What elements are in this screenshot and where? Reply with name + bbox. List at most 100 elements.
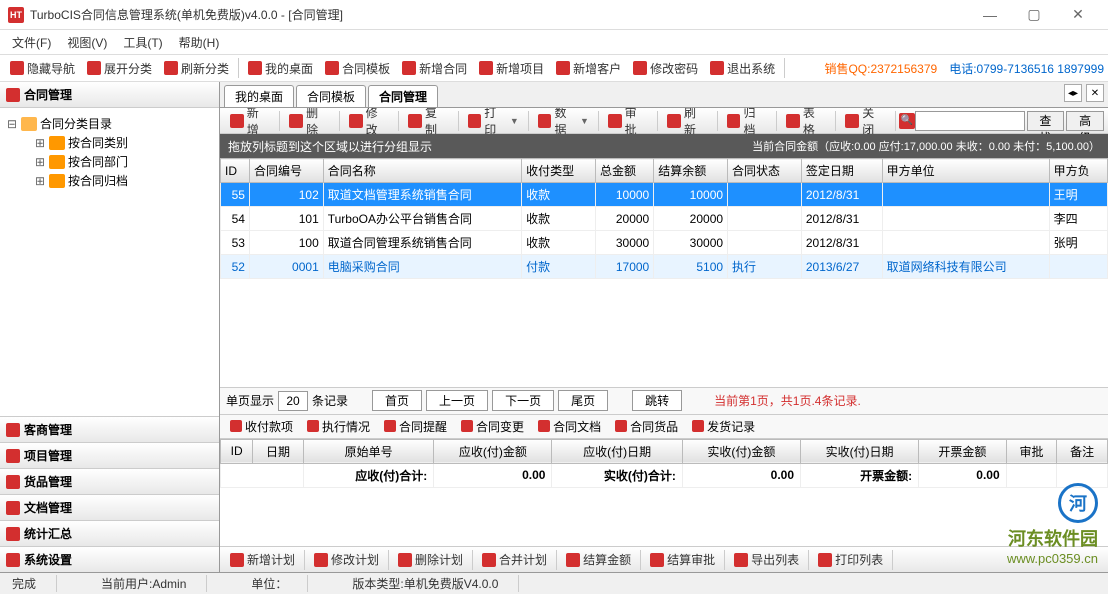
col-签定日期[interactable]: 签定日期 xyxy=(801,159,882,183)
col-合同状态[interactable]: 合同状态 xyxy=(728,159,802,183)
tree-node-按合同类别[interactable]: ⊞按合同类别 xyxy=(6,133,213,152)
gridtb-刷新[interactable]: 刷新 xyxy=(661,109,713,133)
subtab-合同提醒[interactable]: 合同提醒 xyxy=(378,418,453,435)
gridtb-审批[interactable]: 审批 xyxy=(602,109,654,133)
first-page-button[interactable]: 首页 xyxy=(372,390,422,411)
next-page-button[interactable]: 下一页 xyxy=(492,390,554,411)
nav-货品管理[interactable]: 货品管理 xyxy=(0,468,219,494)
jump-page-button[interactable]: 跳转 xyxy=(632,390,682,411)
subcol-审批[interactable]: 审批 xyxy=(1006,439,1057,463)
gridtb-复制[interactable]: 复制 xyxy=(402,109,454,133)
expand-icon[interactable]: ⊞ xyxy=(34,174,46,188)
tab-scroll-left[interactable]: ◂▸ xyxy=(1064,84,1082,102)
tb-新增项目[interactable]: 新增项目 xyxy=(473,56,550,80)
tb-退出系统[interactable]: 退出系统 xyxy=(704,56,781,80)
subtab-合同货品[interactable]: 合同货品 xyxy=(609,418,684,435)
subcol-开票金额[interactable]: 开票金额 xyxy=(919,439,1006,463)
tree-node-按合同归档[interactable]: ⊞按合同归档 xyxy=(6,171,213,190)
subcol-应收(付)金额[interactable]: 应收(付)金额 xyxy=(434,439,552,463)
prev-page-button[interactable]: 上一页 xyxy=(426,390,488,411)
col-甲方负[interactable]: 甲方负 xyxy=(1049,159,1107,183)
tab-我的桌面[interactable]: 我的桌面 xyxy=(224,85,294,107)
tb-刷新分类[interactable]: 刷新分类 xyxy=(158,56,235,80)
sales-qq-link[interactable]: 销售QQ:2372156379 xyxy=(824,60,937,77)
nav-客商管理[interactable]: 客商管理 xyxy=(0,416,219,442)
tree-node-按合同部门[interactable]: ⊞按合同部门 xyxy=(6,152,213,171)
col-收付类型[interactable]: 收付类型 xyxy=(522,159,596,183)
subcol-日期[interactable]: 日期 xyxy=(253,439,304,463)
menu-文件(F)[interactable]: 文件(F) xyxy=(4,34,59,51)
menu-帮助(H)[interactable]: 帮助(H) xyxy=(171,34,228,51)
tb-新增客户[interactable]: 新增客户 xyxy=(550,56,627,80)
last-page-button[interactable]: 尾页 xyxy=(558,390,608,411)
col-合同编号[interactable]: 合同编号 xyxy=(249,159,323,183)
expand-icon[interactable]: ⊞ xyxy=(34,136,46,150)
nav-文档管理[interactable]: 文档管理 xyxy=(0,494,219,520)
subcol-实收(付)金额[interactable]: 实收(付)金额 xyxy=(682,439,800,463)
gridtb-删除[interactable]: 删除 xyxy=(283,109,335,133)
gridtb-数据[interactable]: 数据▼ xyxy=(532,109,595,133)
col-合同名称[interactable]: 合同名称 xyxy=(323,159,521,183)
table-row[interactable]: 53100取道合同管理系统销售合同收款30000300002012/8/31张明 xyxy=(221,231,1108,255)
table-row[interactable]: 54101TurboOA办公平台销售合同收款20000200002012/8/3… xyxy=(221,207,1108,231)
tab-合同管理[interactable]: 合同管理 xyxy=(368,85,438,107)
nav-统计汇总[interactable]: 统计汇总 xyxy=(0,520,219,546)
tb-我的桌面[interactable]: 我的桌面 xyxy=(242,56,319,80)
gridtb-表格[interactable]: 表格 xyxy=(780,109,832,133)
page-size-input[interactable] xyxy=(278,391,308,411)
plan-结算审批[interactable]: 结算审批 xyxy=(644,548,721,572)
subtab-合同变更[interactable]: 合同变更 xyxy=(455,418,530,435)
subtab-合同文档[interactable]: 合同文档 xyxy=(532,418,607,435)
plan-结算金额[interactable]: 结算金额 xyxy=(560,548,637,572)
subtab-发货记录[interactable]: 发货记录 xyxy=(686,418,761,435)
plan-新增计划[interactable]: 新增计划 xyxy=(224,548,301,572)
nav-项目管理[interactable]: 项目管理 xyxy=(0,442,219,468)
search-input[interactable] xyxy=(915,111,1025,131)
menu-视图(V)[interactable]: 视图(V) xyxy=(59,34,115,51)
subcol-备注[interactable]: 备注 xyxy=(1057,439,1108,463)
plan-打印列表[interactable]: 打印列表 xyxy=(812,548,889,572)
plan-导出列表[interactable]: 导出列表 xyxy=(728,548,805,572)
subtab-执行情况[interactable]: 执行情况 xyxy=(301,418,376,435)
table-row[interactable]: 520001电脑采购合同付款170005100执行2013/6/27取道网络科技… xyxy=(221,255,1108,279)
gridtb-打印[interactable]: 打印▼ xyxy=(462,109,525,133)
close-button[interactable]: ✕ xyxy=(1056,1,1100,29)
minimize-button[interactable]: — xyxy=(968,1,1012,29)
advanced-button[interactable]: 高级 xyxy=(1066,111,1104,131)
payments-grid[interactable]: ID日期原始单号应收(付)金额应收(付)日期实收(付)金额实收(付)日期开票金额… xyxy=(220,439,1108,547)
tb-合同模板[interactable]: 合同模板 xyxy=(319,56,396,80)
collapse-icon[interactable]: ⊟ xyxy=(6,117,18,131)
tb-新增合同[interactable]: 新增合同 xyxy=(396,56,473,80)
tb-修改密码[interactable]: 修改密码 xyxy=(627,56,704,80)
expand-icon[interactable]: ⊞ xyxy=(34,155,46,169)
panel-header-contract[interactable]: 合同管理 xyxy=(0,82,219,108)
menu-工具(T)[interactable]: 工具(T) xyxy=(115,34,170,51)
subcol-ID[interactable]: ID xyxy=(221,439,253,463)
nav-系统设置[interactable]: 系统设置 xyxy=(0,546,219,572)
plan-合并计划[interactable]: 合并计划 xyxy=(476,548,553,572)
col-总金额[interactable]: 总金额 xyxy=(595,159,653,183)
tb-隐藏导航[interactable]: 隐藏导航 xyxy=(4,56,81,80)
tree-root[interactable]: ⊟ 合同分类目录 xyxy=(6,114,213,133)
group-by-area[interactable]: 拖放列标题到这个区域以进行分组显示 当前合同金额（应收:0.00 应付:17,0… xyxy=(220,134,1108,158)
subcol-实收(付)日期[interactable]: 实收(付)日期 xyxy=(801,439,919,463)
subcol-应收(付)日期[interactable]: 应收(付)日期 xyxy=(552,439,682,463)
col-结算余额[interactable]: 结算余额 xyxy=(654,159,728,183)
gridtb-新增[interactable]: 新增 xyxy=(224,109,276,133)
tb-展开分类[interactable]: 展开分类 xyxy=(81,56,158,80)
gridtb-归档[interactable]: 归档 xyxy=(721,109,773,133)
plan-修改计划[interactable]: 修改计划 xyxy=(308,548,385,572)
maximize-button[interactable]: ▢ xyxy=(1012,1,1056,29)
plan-删除计划[interactable]: 删除计划 xyxy=(392,548,469,572)
table-row[interactable]: 55102取道文档管理系统销售合同收款10000100002012/8/31王明 xyxy=(221,183,1108,207)
subcol-原始单号[interactable]: 原始单号 xyxy=(303,439,433,463)
tab-close[interactable]: ✕ xyxy=(1086,84,1104,102)
col-ID[interactable]: ID xyxy=(221,159,250,183)
tel-link[interactable]: 电话:0799-7136516 1897999 xyxy=(949,60,1104,77)
gridtb-关闭[interactable]: 关闭 xyxy=(839,109,891,133)
contracts-grid[interactable]: ID合同编号合同名称收付类型总金额结算余额合同状态签定日期甲方单位甲方负 551… xyxy=(220,158,1108,279)
subtab-收付款项[interactable]: 收付款项 xyxy=(224,418,299,435)
tab-合同模板[interactable]: 合同模板 xyxy=(296,85,366,107)
col-甲方单位[interactable]: 甲方单位 xyxy=(882,159,1049,183)
search-button[interactable]: 查找 xyxy=(1027,111,1065,131)
